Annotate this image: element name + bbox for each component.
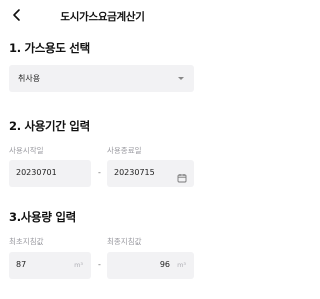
gas-usage-select[interactable]: 취사용 [9,65,194,92]
last-reading-field[interactable]: 96 m³ [107,252,194,279]
section-title-period: 2. 사용기간 입력 [9,119,90,133]
end-date-value: 20230715 [114,168,155,177]
first-reading-unit: m³ [74,261,83,269]
end-date-label: 사용종료일 [107,146,142,155]
start-date-label: 사용시작일 [9,146,44,155]
gas-calculator-screen: 도시가스요금계산기 1. 가스용도 선택 취사용 2. 사용기간 입력 사용시작… [0,0,205,299]
first-reading-value: 87 [16,260,27,269]
section-title-amount: 3.사용량 입력 [9,210,76,224]
last-reading-unit: m³ [177,261,186,269]
end-date-field[interactable]: 20230715 [107,160,194,187]
gas-usage-select-value: 취사용 [18,74,41,83]
section-title-usage: 1. 가스용도 선택 [9,41,90,55]
start-date-field[interactable]: 20230701 [9,160,91,187]
reading-separator: - [98,260,101,269]
first-reading-label: 최초지침값 [9,237,44,246]
calendar-icon[interactable] [177,168,187,183]
header: 도시가스요금계산기 [0,0,205,32]
caret-down-icon [178,77,184,80]
last-reading-value: 96 [159,260,170,269]
date-separator: - [98,168,101,177]
page-title: 도시가스요금계산기 [60,11,145,23]
first-reading-field[interactable]: 87 m³ [9,252,91,279]
start-date-value: 20230701 [16,168,57,177]
last-reading-label: 최종지침값 [107,237,142,246]
